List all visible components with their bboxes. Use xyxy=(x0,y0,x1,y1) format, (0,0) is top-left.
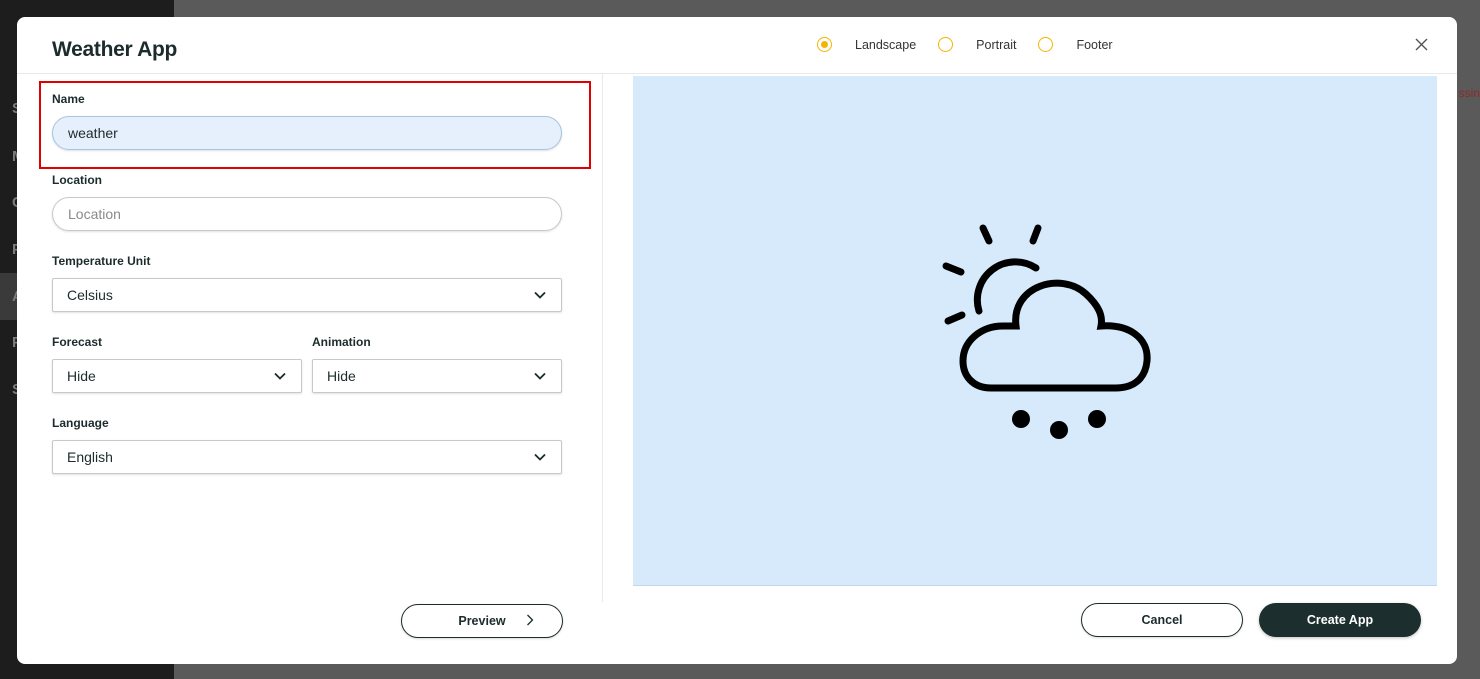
cancel-button[interactable]: Cancel xyxy=(1081,603,1243,637)
radio-label: Footer xyxy=(1076,37,1113,52)
location-label: Location xyxy=(52,173,102,187)
chevron-down-icon xyxy=(533,288,547,302)
radio-footer[interactable]: Footer xyxy=(1038,37,1113,52)
forecast-label: Forecast xyxy=(52,335,103,349)
button-label: Preview xyxy=(458,614,506,628)
background-partial-text: ssin xyxy=(1458,86,1480,100)
radio-unchecked-icon[interactable] xyxy=(938,37,954,52)
temperature-unit-label: Temperature Unit xyxy=(52,254,151,268)
select-value: Hide xyxy=(67,368,96,384)
orientation-radio-group: Landscape Portrait Footer xyxy=(817,37,1135,52)
chevron-down-icon xyxy=(533,450,547,464)
partly-cloudy-hail-icon xyxy=(942,224,1151,439)
name-label: Name xyxy=(52,92,85,106)
close-button[interactable] xyxy=(1410,33,1432,55)
button-label: Cancel xyxy=(1141,613,1183,627)
radio-label: Portrait xyxy=(976,37,1017,52)
animation-label: Animation xyxy=(312,335,371,349)
radio-checked-icon[interactable] xyxy=(817,37,832,52)
close-icon[interactable] xyxy=(1415,38,1428,51)
select-value: English xyxy=(67,449,113,465)
header-divider xyxy=(17,73,1457,74)
name-input[interactable] xyxy=(52,116,562,150)
preview-button[interactable]: Preview xyxy=(401,604,563,638)
weather-app-modal: Weather App Landscape Portrait Footer Na… xyxy=(17,17,1457,664)
language-label: Language xyxy=(52,416,109,430)
button-label: Create App xyxy=(1306,613,1374,627)
radio-portrait[interactable]: Portrait xyxy=(938,37,1016,52)
preview-panel xyxy=(633,76,1437,586)
forecast-select[interactable]: Hide xyxy=(52,359,302,393)
chevron-down-icon xyxy=(273,369,287,383)
select-value: Hide xyxy=(327,368,356,384)
animation-select[interactable]: Hide xyxy=(312,359,562,393)
temperature-unit-select[interactable]: Celsius xyxy=(52,278,562,312)
create-app-button[interactable]: Create App xyxy=(1259,603,1421,637)
location-input[interactable] xyxy=(52,197,562,231)
radio-landscape[interactable]: Landscape xyxy=(817,37,916,52)
radio-label: Landscape xyxy=(855,37,917,52)
select-value: Celsius xyxy=(67,287,113,303)
chevron-right-icon xyxy=(527,614,534,626)
radio-unchecked-icon[interactable] xyxy=(1038,37,1054,52)
language-select[interactable]: English xyxy=(52,440,562,474)
chevron-down-icon xyxy=(533,369,547,383)
modal-title: Weather App xyxy=(52,38,178,61)
vertical-divider xyxy=(602,74,603,602)
